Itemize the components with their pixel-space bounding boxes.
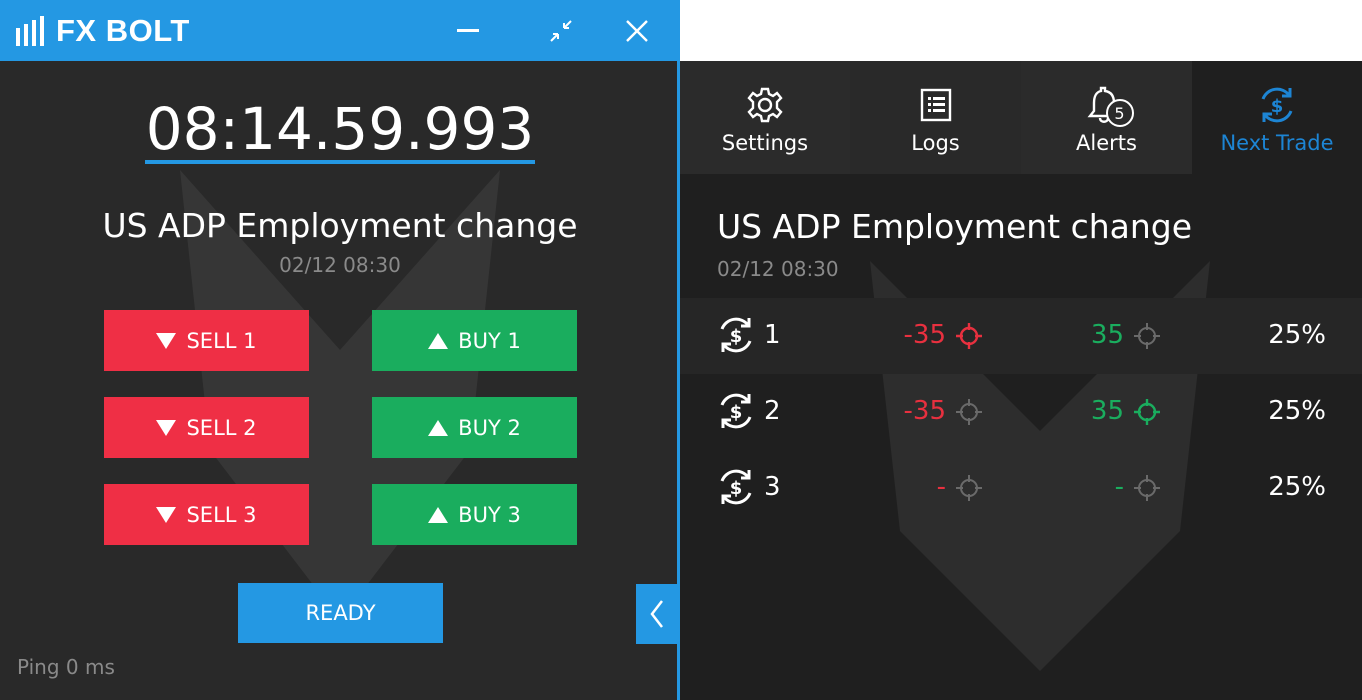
title-bar[interactable]: FX BOLT	[0, 0, 680, 61]
buy-2-button[interactable]: BUY 2	[372, 397, 577, 458]
tab-alerts-label: Alerts	[1076, 131, 1137, 155]
tab-settings[interactable]: Settings	[680, 61, 850, 174]
tab-logs-label: Logs	[911, 131, 960, 155]
buy-1-label: BUY 1	[458, 328, 521, 353]
triangle-up-icon	[428, 332, 449, 349]
take-profit-value: -	[1114, 472, 1124, 502]
restore-button[interactable]	[541, 12, 581, 50]
event-title: US ADP Employment change	[102, 206, 578, 245]
event-date: 02/12 08:30	[279, 253, 401, 277]
dollar-cycle-icon: $	[716, 391, 756, 436]
main-window: FX BOLT 08:14.59.993 US ADP Employment c…	[0, 0, 680, 700]
triangle-up-icon	[428, 506, 449, 523]
minimize-icon	[457, 29, 479, 32]
crosshair-icon[interactable]	[1133, 474, 1161, 507]
restore-icon	[550, 20, 572, 42]
crosshair-icon[interactable]	[1133, 398, 1161, 431]
take-profit-value: 35	[1090, 320, 1124, 350]
dollar-cycle-icon: $	[716, 315, 756, 360]
sell-1-label: SELL 1	[186, 328, 257, 353]
next-trade-event-title: US ADP Employment change	[717, 207, 1193, 246]
crosshair-icon[interactable]	[1133, 322, 1161, 355]
minimize-button[interactable]	[448, 12, 488, 50]
dollar-cycle-icon: $	[1257, 85, 1297, 125]
stop-loss-value: -	[936, 472, 946, 502]
buy-3-button[interactable]: BUY 3	[372, 484, 577, 545]
stop-loss-value: -35	[903, 320, 946, 350]
trade-percent: 25%	[1268, 320, 1326, 350]
bell-icon: 5	[1087, 85, 1134, 127]
sell-2-button[interactable]: SELL 2	[104, 397, 309, 458]
svg-text:$: $	[730, 326, 743, 347]
triangle-down-icon	[156, 332, 177, 349]
trade-percent: 25%	[1268, 396, 1326, 426]
sell-2-label: SELL 2	[186, 415, 257, 440]
sell-3-label: SELL 3	[186, 502, 257, 527]
list-icon	[920, 85, 952, 125]
alerts-count-badge: 5	[1105, 99, 1134, 127]
svg-text:$: $	[730, 402, 743, 423]
triangle-down-icon	[156, 506, 177, 523]
tab-next-trade[interactable]: $ Next Trade	[1192, 61, 1362, 174]
buy-3-label: BUY 3	[458, 502, 521, 527]
trade-row[interactable]: $ 3 - - 25%	[680, 450, 1362, 526]
chevron-left-icon	[650, 600, 663, 628]
app-name: FX BOLT	[56, 13, 190, 48]
sell-1-button[interactable]: SELL 1	[104, 310, 309, 371]
tab-next-trade-label: Next Trade	[1220, 131, 1334, 155]
crosshair-icon[interactable]	[955, 398, 983, 431]
triangle-down-icon	[156, 419, 177, 436]
tab-bar: Settings Logs 5 Alerts $ Next Trade	[680, 61, 1362, 174]
buy-1-button[interactable]: BUY 1	[372, 310, 577, 371]
ready-button[interactable]: READY	[238, 583, 443, 643]
buy-2-label: BUY 2	[458, 415, 521, 440]
collapse-panel-button[interactable]	[636, 584, 678, 644]
close-button[interactable]	[617, 12, 657, 50]
take-profit-value: 35	[1090, 396, 1124, 426]
svg-text:$: $	[1271, 96, 1284, 117]
timer-value: 08:14.59.993	[144, 95, 536, 164]
ping-status: Ping 0 ms	[17, 655, 115, 679]
trade-percent: 25%	[1268, 472, 1326, 502]
side-panel: Settings Logs 5 Alerts $ Next Trade US A…	[680, 61, 1362, 700]
tab-settings-label: Settings	[721, 131, 809, 155]
trade-number: 3	[764, 472, 781, 502]
app-logo: FX BOLT	[16, 13, 190, 48]
tab-logs[interactable]: Logs	[850, 61, 1021, 174]
bars-logo-icon	[16, 16, 44, 46]
crosshair-icon[interactable]	[955, 474, 983, 507]
sell-3-button[interactable]: SELL 3	[104, 484, 309, 545]
close-icon	[626, 20, 648, 42]
countdown-timer: 08:14.59.993	[0, 98, 680, 164]
trade-number: 2	[764, 396, 781, 426]
triangle-up-icon	[428, 419, 449, 436]
crosshair-icon[interactable]	[955, 322, 983, 355]
tab-alerts[interactable]: 5 Alerts	[1021, 61, 1192, 174]
stop-loss-value: -35	[903, 396, 946, 426]
svg-text:$: $	[730, 478, 743, 499]
dollar-cycle-icon: $	[716, 467, 756, 512]
trade-row[interactable]: $ 1 -35 35 25%	[680, 298, 1362, 374]
trade-number: 1	[764, 320, 781, 350]
next-trade-event-date: 02/12 08:30	[717, 257, 839, 281]
gear-icon	[746, 85, 784, 125]
trade-row[interactable]: $ 2 -35 35 25%	[680, 374, 1362, 450]
